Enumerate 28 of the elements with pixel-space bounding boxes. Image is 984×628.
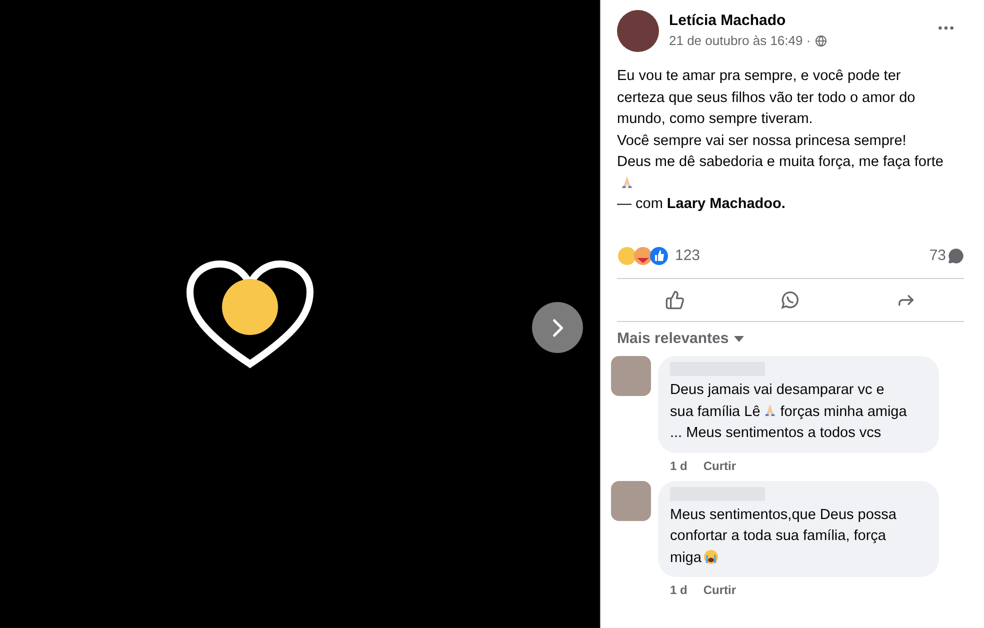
comment-time[interactable]: 1 d [670, 456, 688, 474]
commenter-avatar [611, 480, 651, 520]
comment-bubble-icon [948, 248, 964, 264]
comment-like-link[interactable]: Curtir [703, 456, 736, 474]
tag-prefix: — com [617, 194, 663, 214]
tagged-user-link[interactable]: Laary Machadoo. [666, 194, 786, 215]
praying-hands-icon [619, 174, 635, 190]
author-name[interactable]: Letícia Machado [669, 11, 936, 31]
globe-icon [814, 34, 827, 47]
reaction-count[interactable]: 123 [675, 245, 700, 268]
post-text: Eu vou te amar pra sempre, e você pode ter certeza que seus filhos vão ter todo o amor do mundo, como sempre tiveram. [617, 67, 916, 129]
avatar [617, 10, 659, 52]
crying-face-icon [703, 548, 720, 564]
whatsapp-icon[interactable] [780, 290, 800, 310]
caret-icon [732, 334, 745, 343]
comment-text: Deus jamais vai desamparar vc e sua família Lê forças minha amiga ... Meus sentimentos a todos vcs [670, 381, 908, 443]
reaction-icons[interactable] [617, 246, 671, 266]
next-button[interactable] [532, 302, 583, 353]
post-time[interactable]: 21 de outubro às 16:49 · [669, 31, 811, 50]
comment-text: Meus sentimentos,que Deus possa confortar a toda sua família, força miga [670, 506, 898, 568]
comment-count[interactable]: 73 [929, 245, 946, 268]
comment-like-link[interactable]: Curtir [703, 581, 736, 599]
post-text: Você sempre vai ser nossa princesa sempre! [617, 132, 906, 150]
post-text: Deus me dê sabedoria e muita força, me faça forte [617, 153, 944, 172]
commenter-avatar [611, 356, 651, 396]
like-icon[interactable] [664, 290, 685, 310]
comment-time[interactable]: 1 d [670, 581, 688, 599]
sort-dropdown[interactable]: Mais relevantes [617, 328, 745, 350]
